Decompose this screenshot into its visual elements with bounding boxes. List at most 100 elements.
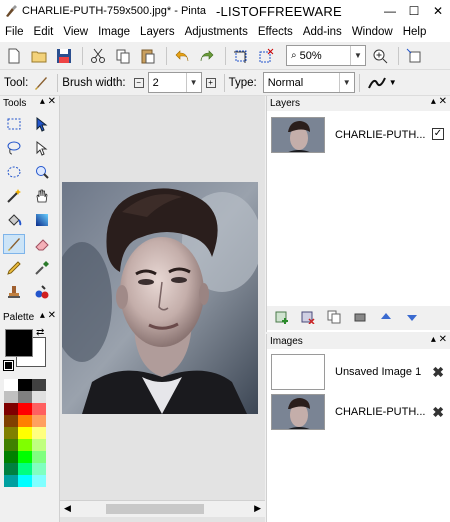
- paint-bucket-tool[interactable]: [3, 210, 25, 230]
- deselect-button[interactable]: [255, 45, 277, 67]
- palette-swatch[interactable]: [4, 403, 18, 415]
- merge-layer-icon[interactable]: [353, 310, 367, 327]
- palette-swatch[interactable]: [18, 379, 32, 391]
- close-window-button[interactable]: ✕: [426, 4, 450, 18]
- magic-wand-tool[interactable]: [3, 186, 25, 206]
- swap-colors-icon[interactable]: ⇄: [36, 327, 44, 338]
- chevron-down-icon[interactable]: ▼: [338, 73, 354, 92]
- maximize-button[interactable]: ☐: [402, 4, 426, 18]
- ellipse-select-tool[interactable]: [3, 162, 25, 182]
- open-button[interactable]: [28, 45, 50, 67]
- pencil-tool[interactable]: [3, 258, 25, 278]
- panel-pin-close[interactable]: ▴ ✕: [431, 334, 447, 345]
- palette-swatch[interactable]: [18, 439, 32, 451]
- layer-visibility-checkbox[interactable]: ✓: [432, 128, 444, 140]
- palette-swatch[interactable]: [18, 391, 32, 403]
- pan-tool[interactable]: [31, 186, 53, 206]
- palette-swatch[interactable]: [32, 451, 46, 463]
- menu-layers[interactable]: Layers: [135, 26, 180, 38]
- add-layer-icon[interactable]: [275, 310, 289, 327]
- eraser-tool[interactable]: [31, 234, 53, 254]
- palette-swatch[interactable]: [4, 475, 18, 487]
- save-button[interactable]: [53, 45, 75, 67]
- image-canvas[interactable]: [52, 182, 262, 414]
- chevron-down-icon[interactable]: ▼: [350, 46, 365, 65]
- rectangle-select-tool[interactable]: [3, 114, 25, 134]
- crop-button[interactable]: [230, 45, 252, 67]
- menu-file[interactable]: File: [0, 26, 29, 38]
- zoom-combobox[interactable]: ⌕ 50% ▼: [286, 45, 366, 66]
- zoom-tool[interactable]: [31, 162, 53, 182]
- palette-swatch[interactable]: [32, 463, 46, 475]
- palette-swatch[interactable]: [4, 391, 18, 403]
- undo-button[interactable]: [171, 45, 193, 67]
- palette-swatch[interactable]: [32, 415, 46, 427]
- palette-swatch[interactable]: [18, 475, 32, 487]
- menu-add-ins[interactable]: Add-ins: [298, 26, 347, 38]
- panel-pin-close[interactable]: ▴ ✕: [40, 96, 56, 107]
- close-image-icon[interactable]: ✖: [432, 364, 444, 381]
- increase-width-button[interactable]: +: [205, 77, 216, 88]
- cut-button[interactable]: [87, 45, 109, 67]
- canvas-area[interactable]: ◀ ▶: [52, 96, 265, 522]
- palette-swatch[interactable]: [4, 439, 18, 451]
- color-picker-tool[interactable]: [31, 258, 53, 278]
- image-list-item[interactable]: Unsaved Image 1 ✖: [267, 352, 450, 392]
- menu-view[interactable]: View: [58, 26, 93, 38]
- layer-row[interactable]: CHARLIE-PUTH... ✓: [267, 115, 450, 155]
- menu-window[interactable]: Window: [347, 26, 398, 38]
- chevron-down-icon[interactable]: ▼: [389, 78, 397, 87]
- brush-width-combobox[interactable]: 2 ▼: [147, 72, 202, 93]
- reset-colors-icon[interactable]: [3, 360, 14, 371]
- recolor-tool[interactable]: [31, 282, 53, 302]
- copy-button[interactable]: [112, 45, 134, 67]
- redo-button[interactable]: [196, 45, 218, 67]
- new-button[interactable]: [3, 45, 25, 67]
- palette-swatch[interactable]: [32, 475, 46, 487]
- palette-swatch[interactable]: [18, 463, 32, 475]
- palette-swatch[interactable]: [4, 451, 18, 463]
- paintbrush-tool[interactable]: [3, 234, 25, 254]
- move-layer-down-icon[interactable]: [405, 310, 419, 327]
- panel-pin-close[interactable]: ▴ ✕: [40, 310, 56, 321]
- clone-stamp-tool[interactable]: [3, 282, 25, 302]
- menu-image[interactable]: Image: [93, 26, 135, 38]
- palette-swatch[interactable]: [32, 391, 46, 403]
- type-combobox[interactable]: Normal ▼: [262, 72, 355, 93]
- palette-swatch[interactable]: [4, 427, 18, 439]
- palette-swatch[interactable]: [18, 403, 32, 415]
- palette-swatch[interactable]: [4, 379, 18, 391]
- gradient-tool[interactable]: [31, 210, 53, 230]
- antialiasing-icon[interactable]: ▼: [367, 76, 397, 90]
- palette-swatch[interactable]: [4, 415, 18, 427]
- image-list-item[interactable]: CHARLIE-PUTH... ✖: [267, 392, 450, 432]
- close-image-icon[interactable]: ✖: [432, 404, 444, 421]
- menu-help[interactable]: Help: [398, 26, 432, 38]
- resize-button[interactable]: [403, 45, 425, 67]
- horizontal-scrollbar[interactable]: ◀ ▶: [60, 500, 265, 517]
- duplicate-layer-icon[interactable]: [327, 310, 341, 327]
- menu-effects[interactable]: Effects: [253, 26, 298, 38]
- scrollbar-thumb[interactable]: [106, 504, 204, 514]
- palette-swatch[interactable]: [32, 439, 46, 451]
- chevron-down-icon[interactable]: ▼: [185, 73, 201, 92]
- palette-swatch[interactable]: [32, 403, 46, 415]
- palette-swatch[interactable]: [32, 379, 46, 391]
- paste-button[interactable]: [137, 45, 159, 67]
- menu-edit[interactable]: Edit: [29, 26, 59, 38]
- palette-swatch[interactable]: [4, 463, 18, 475]
- zoom-in-button[interactable]: [369, 45, 391, 67]
- move-selection-tool[interactable]: [31, 138, 53, 158]
- palette-swatch[interactable]: [18, 427, 32, 439]
- primary-color-swatch[interactable]: [5, 329, 33, 357]
- delete-layer-icon[interactable]: [301, 310, 315, 327]
- lasso-select-tool[interactable]: [3, 138, 25, 158]
- palette-swatch[interactable]: [18, 415, 32, 427]
- scroll-right-icon[interactable]: ▶: [254, 503, 261, 514]
- move-layer-up-icon[interactable]: [379, 310, 393, 327]
- panel-pin-close[interactable]: ▴ ✕: [431, 96, 447, 107]
- menu-adjustments[interactable]: Adjustments: [180, 26, 253, 38]
- decrease-width-button[interactable]: −: [133, 77, 144, 88]
- minimize-button[interactable]: —: [378, 4, 402, 18]
- move-selected-tool[interactable]: [31, 114, 53, 134]
